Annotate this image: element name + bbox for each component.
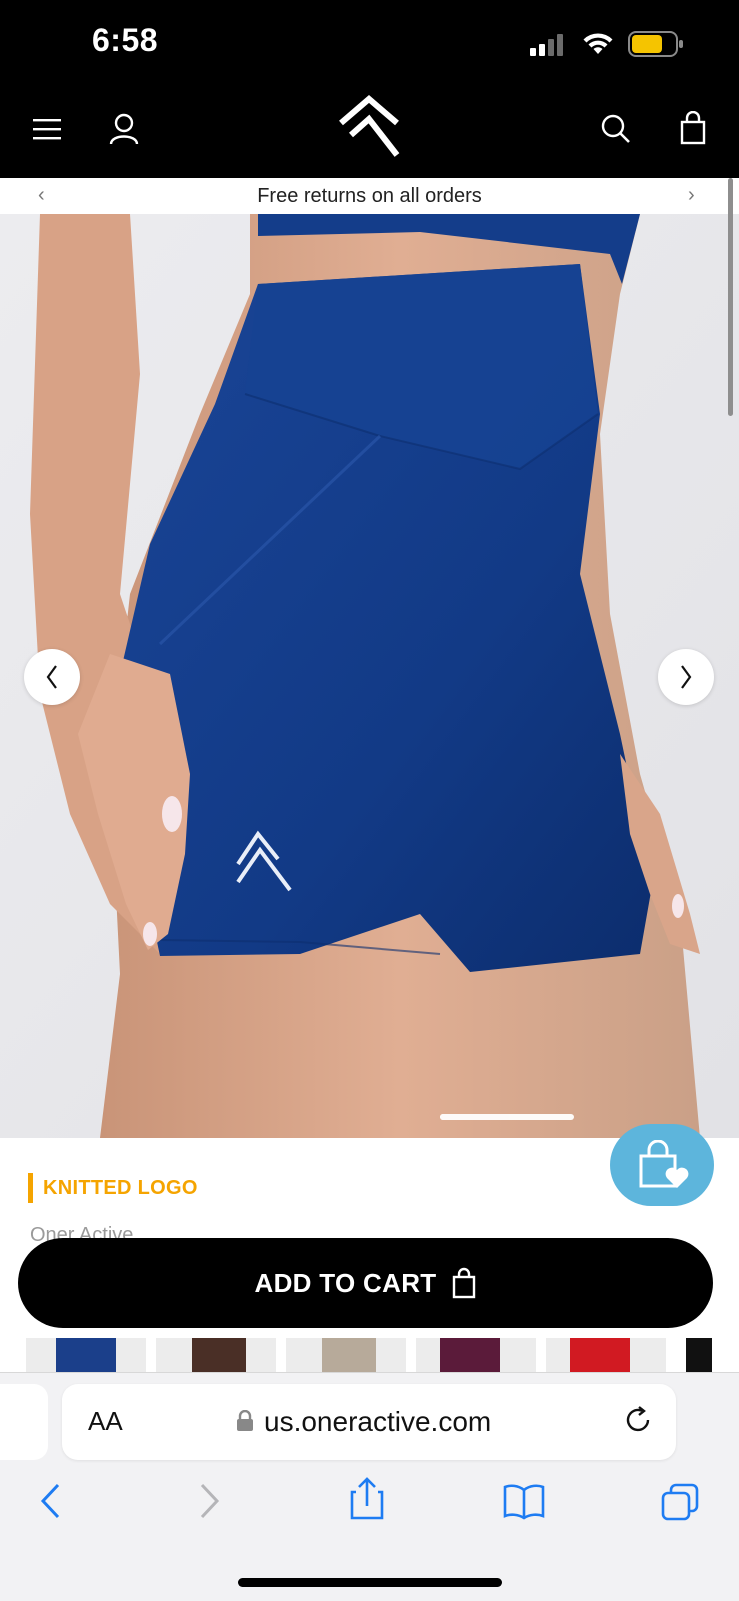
announcement-prev-icon[interactable]: ‹ (38, 184, 45, 207)
carousel-next-button[interactable] (658, 649, 714, 705)
share-icon[interactable] (348, 1476, 386, 1520)
carousel-progress (440, 1114, 574, 1120)
swatch-brown[interactable] (156, 1338, 276, 1372)
swatch-black[interactable] (686, 1338, 712, 1372)
previous-tab-peek[interactable] (0, 1384, 48, 1460)
back-icon[interactable] (38, 1482, 62, 1520)
add-to-cart-label: ADD TO CART (254, 1267, 437, 1298)
reload-icon[interactable] (622, 1404, 654, 1436)
brand-logo[interactable] (334, 94, 404, 160)
url-text[interactable]: us.oneractive.com (264, 1406, 491, 1438)
shopping-bag-heart-icon (639, 1140, 689, 1188)
title-accent-bar (28, 1173, 33, 1203)
chevron-left-icon (46, 665, 57, 689)
search-icon[interactable] (600, 112, 632, 146)
swatch-plum[interactable] (416, 1338, 536, 1372)
product-title-row: KNITTED LOGO (28, 1173, 198, 1203)
carousel-prev-button[interactable] (24, 649, 80, 705)
wishlist-button[interactable] (610, 1124, 714, 1206)
bag-icon (453, 1267, 476, 1299)
account-icon[interactable] (108, 112, 140, 146)
announcement-bar: Free returns on all orders ‹ › (0, 178, 739, 215)
reader-aa-button[interactable]: AA (88, 1406, 123, 1437)
product-title: KNITTED LOGO (43, 1176, 198, 1199)
wifi-icon (583, 33, 613, 54)
bag-icon[interactable] (678, 110, 708, 146)
tabs-icon[interactable] (660, 1482, 700, 1522)
battery-icon (628, 31, 683, 57)
announcement-text: Free returns on all orders (257, 185, 482, 207)
lock-icon (237, 1410, 253, 1431)
carousel-progress-fill (440, 1114, 467, 1120)
product-image[interactable] (0, 214, 739, 1138)
announcement-next-icon[interactable]: › (688, 184, 695, 207)
home-indicator (238, 1578, 502, 1587)
color-swatches (0, 1338, 739, 1372)
chevron-right-icon (681, 665, 692, 689)
swatch-red[interactable] (546, 1338, 666, 1372)
menu-icon[interactable] (32, 116, 62, 142)
signal-icon (530, 34, 563, 56)
bookmarks-icon[interactable] (502, 1482, 546, 1520)
status-time: 6:58 (92, 22, 159, 58)
forward-icon[interactable] (198, 1482, 222, 1520)
swatch-taupe[interactable] (286, 1338, 406, 1372)
add-to-cart-button[interactable]: ADD TO CART (18, 1238, 713, 1328)
scrollbar[interactable] (728, 178, 733, 416)
swatch-navy[interactable] (26, 1338, 146, 1372)
